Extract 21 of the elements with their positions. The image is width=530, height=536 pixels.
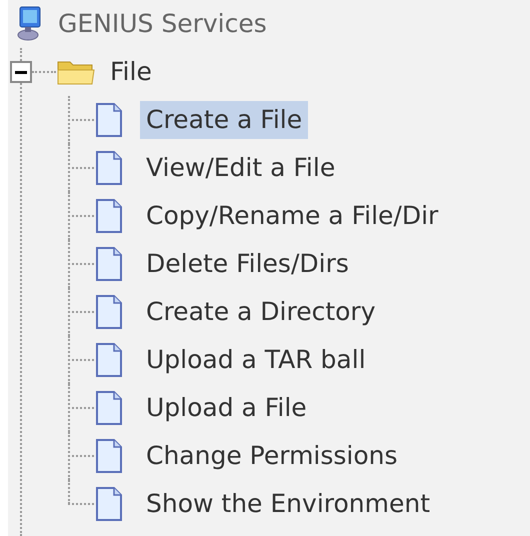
tree-item[interactable]: Delete Files/Dirs: [140, 245, 355, 283]
document-icon: [94, 294, 124, 330]
tree-item[interactable]: Show the Environment: [140, 485, 436, 523]
document-icon: [94, 198, 124, 234]
document-icon: [94, 150, 124, 186]
document-icon: [94, 342, 124, 378]
document-icon: [94, 390, 124, 426]
document-icon: [94, 102, 124, 138]
tree-root-label[interactable]: GENIUS Services: [58, 5, 267, 43]
tree-item[interactable]: Copy/Rename a File/Dir: [140, 197, 444, 235]
tree-item[interactable]: Upload a TAR ball: [140, 341, 372, 379]
document-icon: [94, 486, 124, 522]
tree-folder-label[interactable]: File: [110, 53, 152, 91]
document-icon: [94, 438, 124, 474]
tree-item[interactable]: Change Permissions: [140, 437, 404, 475]
document-icon: [94, 246, 124, 282]
tree-item[interactable]: Upload a File: [140, 389, 313, 427]
tree-item[interactable]: View/Edit a File: [140, 149, 342, 187]
collapse-toggle[interactable]: [10, 61, 32, 83]
tree-item[interactable]: Create a File: [140, 101, 308, 139]
tree-item[interactable]: Create a Directory: [140, 293, 382, 331]
